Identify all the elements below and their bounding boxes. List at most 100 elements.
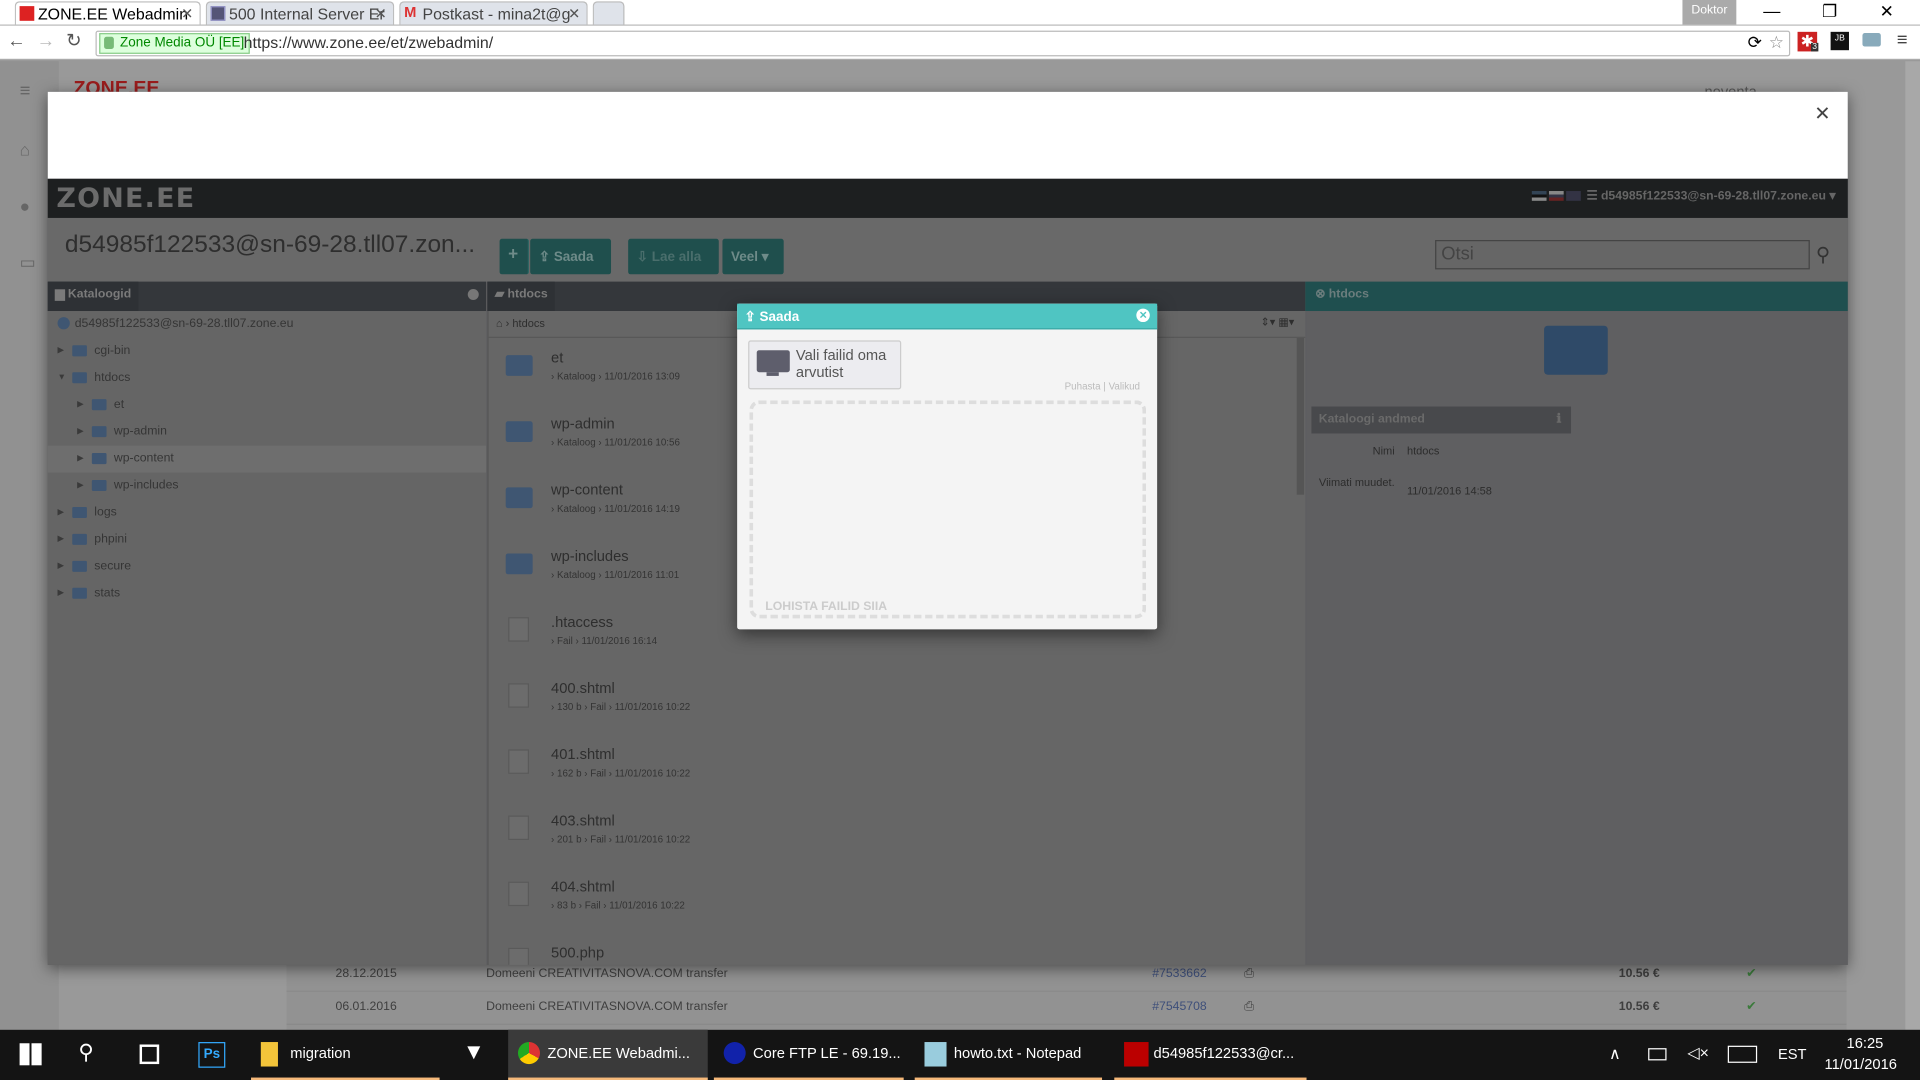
globe-icon[interactable]: ●	[20, 196, 40, 216]
taskbar-item-coreftp[interactable]: Core FTP LE - 69.19...	[713, 1030, 904, 1080]
search-icon[interactable]: ⚲	[78, 1041, 93, 1065]
home-icon[interactable]: ⌂	[20, 140, 40, 160]
close-panel-icon[interactable]: ⊗	[1315, 288, 1325, 301]
menu-icon[interactable]: ≡	[1897, 29, 1908, 50]
tab-kataloogid[interactable]: ▆ Kataloogid	[47, 281, 139, 312]
tab-postkast[interactable]: M Postkast - mina2t@g ✕	[399, 1, 588, 25]
tree-item[interactable]: ▶ secure	[58, 555, 131, 579]
print-icon[interactable]: ⎙	[1244, 967, 1254, 980]
tab-htdocs[interactable]: ▰ htdocs	[487, 281, 556, 312]
file-list-scrollbar[interactable]	[1296, 337, 1305, 495]
new-tab-button[interactable]	[592, 1, 625, 25]
tab-500-error[interactable]: 500 Internal Server Er ✕	[205, 1, 395, 25]
close-modal-icon[interactable]: ✕	[1136, 308, 1150, 323]
caret-right-icon[interactable]: ▶	[77, 447, 84, 471]
security-indicator[interactable]: Zone Media OÜ [EE]	[99, 33, 250, 54]
caret-right-icon[interactable]: ▶	[77, 420, 84, 444]
page-scrollbar[interactable]	[1905, 61, 1920, 1030]
file-item[interactable]: 403.shtml › 201 b › Fail › 11/01/2016 10:…	[489, 801, 1297, 867]
url-text[interactable]: https://www.zone.ee/et/zwebadmin/	[244, 33, 494, 51]
close-tab-icon[interactable]: ✕	[568, 5, 580, 22]
keyboard-icon[interactable]	[1727, 1045, 1758, 1063]
sync-icon[interactable]: ⟳	[1748, 32, 1762, 53]
taskbar-item-chrome[interactable]: ZONE.EE Webadmi...	[508, 1029, 708, 1080]
add-button[interactable]: +	[499, 238, 529, 275]
file-item[interactable]: 404.shtml › 83 b › Fail › 11/01/2016 10:2…	[489, 867, 1297, 933]
caret-down-icon[interactable]: ▼	[58, 366, 66, 390]
camera-extension-icon[interactable]	[1862, 33, 1881, 47]
battery-icon[interactable]	[1648, 1048, 1667, 1061]
back-icon[interactable]: ←	[7, 31, 25, 52]
task-view-icon[interactable]	[139, 1044, 160, 1065]
tree-item[interactable]: ▼ htdocs	[58, 366, 131, 390]
file-item[interactable]: 401.shtml › 162 b › Fail › 11/01/2016 10:…	[489, 735, 1297, 801]
hamburger-icon[interactable]: ≡	[20, 81, 40, 102]
tree-item[interactable]: ▶ logs	[58, 501, 117, 525]
file-item[interactable]: 500.php	[489, 933, 1297, 965]
print-icon[interactable]: ⎙	[1244, 1000, 1254, 1013]
photoshop-icon[interactable]: Ps	[198, 1042, 226, 1068]
close-panel-icon[interactable]	[467, 288, 479, 301]
taskbar-item-migration[interactable]: migration	[251, 1030, 440, 1080]
estonian-flag-icon[interactable]	[1531, 191, 1547, 202]
user-menu[interactable]: ☰ d54985f122533@sn-69-28.tll07.zone.eu ▾	[1531, 190, 1836, 203]
language-indicator[interactable]: EST	[1778, 1046, 1807, 1063]
tree-item[interactable]: ▶ et	[77, 393, 124, 417]
tree-item[interactable]: ▶ cgi-bin	[58, 339, 131, 363]
download-button[interactable]: ⇩ Lae alla	[628, 238, 719, 275]
bookmark-star-icon[interactable]: ☆	[1769, 32, 1784, 53]
clear-link[interactable]: Puhasta	[1065, 381, 1101, 392]
caret-right-icon[interactable]: ▶	[58, 339, 65, 363]
sort-and-view-icons[interactable]: ⇕▾ ▦▾	[1260, 316, 1294, 329]
more-dropdown[interactable]: Veel ▾	[722, 238, 784, 275]
invoice-table: 28.12.2015 Domeeni CREATIVITASNOVA.COM t…	[286, 958, 1847, 1030]
file-item[interactable]: 400.shtml › 130 b › Fail › 11/01/2016 10:…	[489, 669, 1297, 735]
monitor-icon[interactable]: ▭	[20, 252, 40, 272]
profile-badge[interactable]: Doktor	[1682, 0, 1737, 25]
close-icon[interactable]: ✕	[1814, 102, 1830, 126]
taskbar-item-filezilla[interactable]: d54985f122533@cr...	[1114, 1030, 1307, 1080]
upload-icon: ⇪	[744, 309, 756, 325]
home-icon[interactable]: ⌂	[496, 317, 503, 329]
close-window-icon[interactable]: ✕	[1880, 1, 1894, 22]
invoice-link[interactable]: #7545708	[1152, 1000, 1206, 1013]
windows-start-icon[interactable]	[19, 1043, 42, 1066]
options-link[interactable]: Valikud	[1109, 381, 1140, 392]
caret-right-icon[interactable]: ▶	[58, 555, 65, 579]
tree-item[interactable]: ▶ stats	[58, 582, 121, 606]
minimize-icon[interactable]: —	[1763, 1, 1780, 21]
caret-right-icon[interactable]: ▶	[58, 582, 65, 606]
volume-muted-icon[interactable]: ◁×	[1687, 1043, 1709, 1063]
fox-app-icon[interactable]: ▼	[463, 1040, 485, 1066]
clock-time[interactable]: 16:25	[1847, 1035, 1884, 1052]
tree-item[interactable]: ▶ wp-admin	[77, 420, 167, 444]
invoice-link[interactable]: #7533662	[1152, 967, 1206, 980]
show-hidden-icons-icon[interactable]: ∧	[1609, 1044, 1621, 1064]
taskbar-item-notepad[interactable]: howto.txt - Notepad	[914, 1030, 1103, 1080]
search-icon[interactable]: ⚲	[1816, 242, 1830, 266]
restore-icon[interactable]: ❐	[1822, 1, 1837, 22]
tree-item[interactable]: ▶ phpini	[58, 528, 127, 552]
omnibox[interactable]: Zone Media OÜ [EE] https://www.zone.ee/e…	[95, 30, 1791, 57]
drop-zone[interactable]: LOHISTA FAILID SIIA	[749, 400, 1147, 619]
tab-zone-webadmin[interactable]: ZONE.EE Webadmin ✕	[14, 1, 201, 25]
close-tab-icon[interactable]: ✕	[181, 5, 193, 22]
caret-right-icon[interactable]: ▶	[77, 393, 84, 417]
info-icon[interactable]: ℹ	[1557, 413, 1562, 426]
upload-button[interactable]: ⇪ Saada	[530, 238, 612, 275]
clock-date[interactable]: 11/01/2016	[1824, 1056, 1896, 1073]
tree-item[interactable]: ▶ wp-content	[77, 447, 174, 471]
reload-icon[interactable]: ↻	[66, 29, 81, 52]
forward-icon[interactable]: →	[37, 31, 55, 52]
jb-extension-icon[interactable]: JB	[1830, 31, 1849, 51]
tree-root[interactable]: d54985f122533@sn-69-28.tll07.zone.eu	[57, 312, 294, 336]
uk-flag-icon[interactable]	[1566, 191, 1581, 202]
caret-right-icon[interactable]: ▶	[58, 528, 65, 552]
russian-flag-icon[interactable]	[1548, 191, 1564, 202]
choose-files-button[interactable]: Vali failid oma arvutist	[748, 340, 902, 390]
caret-right-icon[interactable]: ▶	[58, 501, 65, 525]
caret-right-icon[interactable]: ▶	[77, 474, 84, 498]
close-tab-icon[interactable]: ✕	[375, 5, 387, 22]
tree-item[interactable]: ▶ wp-includes	[77, 474, 178, 498]
search-input[interactable]: Otsi	[1435, 240, 1810, 270]
